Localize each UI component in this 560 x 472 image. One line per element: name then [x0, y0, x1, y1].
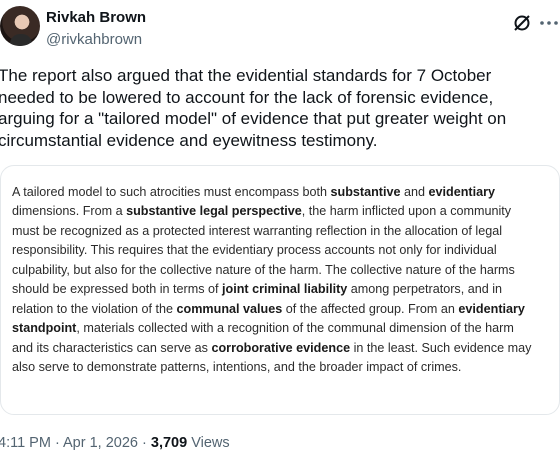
more-dots-icon[interactable]: [538, 12, 560, 34]
quote-line: standpoint, materials collected with a r…: [12, 321, 514, 336]
quote-line: responsibility. This requires that the e…: [12, 243, 497, 258]
tweet-text: The report also argued that the evidenti…: [0, 65, 558, 151]
quote-line: should be expressed both in terms of joi…: [12, 282, 503, 297]
quote-line: culpability, but also for the collective…: [12, 262, 515, 277]
views-count: 3,709: [150, 435, 188, 451]
quote-line: A tailored model to such atrocities must…: [12, 185, 496, 199]
quote-line: dimensions. From a substantive legal per…: [12, 204, 512, 219]
tweet-header: Rivkah Brown @rivkahbrown: [0, 0, 560, 60]
tweet-meta: 4:11 PM · Apr 1, 2026 · 3,709 Views: [0, 435, 230, 451]
quote-line: relation to the violation of the communa…: [12, 301, 525, 316]
timestamp[interactable]: 4:11 PM · Apr 1, 2026 ·: [0, 435, 151, 451]
quote-line: must be recognized as a protected intere…: [12, 223, 503, 238]
tweet-line: The report also argued that the evidenti…: [0, 66, 492, 85]
tweet-line: needed to be lowered to account for the …: [0, 87, 494, 107]
author-handle[interactable]: @rivkahbrown: [46, 31, 142, 48]
quote-line: and its characteristics can serve as cor…: [12, 340, 532, 355]
tweet-line: arguing for a "tailored model" of eviden…: [0, 109, 507, 128]
avatar[interactable]: [0, 6, 40, 46]
views-label: Views: [187, 435, 230, 451]
grok-icon[interactable]: [511, 12, 533, 34]
author-name[interactable]: Rivkah Brown: [46, 9, 146, 26]
tweet-line: circumstantial evidence and eyewitness t…: [0, 130, 378, 150]
image-quote-text: A tailored model to such atrocities must…: [12, 183, 546, 378]
quote-line: also serve to demonstrate patterns, inte…: [12, 360, 462, 375]
